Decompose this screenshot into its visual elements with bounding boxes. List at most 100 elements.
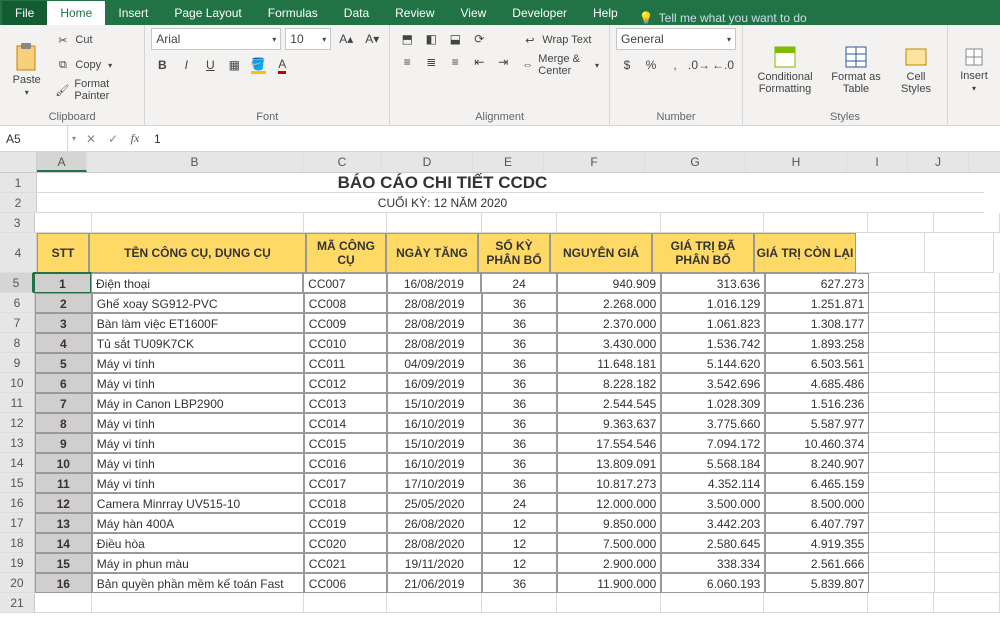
cell-daphan[interactable]: 1.536.742 [661, 333, 765, 353]
cell-nguyen[interactable]: 2.268.000 [557, 293, 661, 313]
cell[interactable] [661, 593, 765, 613]
cell-daphan[interactable]: 338.334 [661, 553, 765, 573]
cell-ngay[interactable]: 28/08/2019 [387, 333, 482, 353]
cell-ten[interactable]: Máy vi tính [92, 433, 304, 453]
align-middle-button[interactable]: ◧ [420, 28, 442, 50]
cell-ma[interactable]: CC020 [304, 533, 387, 553]
formula-input[interactable]: 1 [146, 132, 1000, 146]
row-header-15[interactable]: 15 [0, 473, 35, 493]
cell-styles-button[interactable]: Cell Styles [891, 28, 941, 111]
row-header-10[interactable]: 10 [0, 373, 35, 393]
cell-ma[interactable]: CC011 [304, 353, 387, 373]
merge-center-button[interactable]: ⇔Merge & Center▾ [518, 53, 603, 77]
cell-nguyen[interactable]: 940.909 [557, 273, 661, 293]
font-color-button[interactable]: A [271, 54, 293, 76]
cell[interactable] [935, 273, 1000, 293]
cell-ten[interactable]: Camera Minrray UV515-10 [92, 493, 304, 513]
increase-indent-button[interactable]: ⇥ [492, 51, 514, 73]
cell[interactable] [869, 433, 934, 453]
cell-stt[interactable]: 6 [35, 373, 92, 393]
report-subtitle[interactable]: CUỐI KỲ: 12 NĂM 2020 [37, 193, 848, 213]
cell-ngay[interactable]: 21/06/2019 [387, 573, 482, 593]
cell-ten[interactable]: Máy vi tính [92, 353, 304, 373]
cell-soky[interactable]: 36 [482, 453, 558, 473]
cell-ma[interactable]: CC018 [304, 493, 387, 513]
cell-nguyen[interactable]: 13.809.091 [557, 453, 661, 473]
cell[interactable] [935, 313, 1000, 333]
cell[interactable] [856, 233, 925, 273]
cell[interactable] [35, 213, 91, 233]
cell[interactable] [869, 353, 934, 373]
cell[interactable] [387, 593, 481, 613]
name-box[interactable]: A5 [0, 126, 68, 151]
cell-daphan[interactable]: 1.028.309 [661, 393, 765, 413]
cell-ngay[interactable]: 26/08/2020 [387, 513, 482, 533]
cell-nguyen[interactable]: 7.500.000 [557, 533, 661, 553]
cell-ngay[interactable]: 04/09/2019 [387, 353, 482, 373]
cell[interactable] [764, 593, 868, 613]
cell[interactable] [869, 573, 934, 593]
cell-stt[interactable]: 7 [35, 393, 92, 413]
cell-conlai[interactable]: 6.407.797 [765, 513, 869, 533]
cell[interactable] [387, 213, 481, 233]
cell-stt[interactable]: 1 [34, 273, 91, 293]
cell-daphan[interactable]: 5.568.184 [661, 453, 765, 473]
cell-conlai[interactable]: 10.460.374 [765, 433, 869, 453]
cell-stt[interactable]: 5 [35, 353, 92, 373]
tell-me-search[interactable]: 💡 Tell me what you want to do [639, 11, 807, 25]
cell-ten[interactable]: Bản quyền phần mềm kế toán Fast [92, 573, 304, 593]
cell[interactable] [934, 213, 1000, 233]
cell-stt[interactable]: 12 [35, 493, 92, 513]
cell-ten[interactable]: Điều hòa [92, 533, 304, 553]
cell-stt[interactable]: 14 [35, 533, 92, 553]
cell-stt[interactable]: 3 [35, 313, 92, 333]
row-header-19[interactable]: 19 [0, 553, 35, 573]
row-header-9[interactable]: 9 [0, 353, 35, 373]
underline-button[interactable]: U [199, 54, 221, 76]
cell-daphan[interactable]: 6.060.193 [661, 573, 765, 593]
cell-soky[interactable]: 36 [482, 333, 558, 353]
cell[interactable] [848, 173, 916, 193]
header-ngay[interactable]: NGÀY TĂNG [386, 233, 478, 273]
cell[interactable] [304, 593, 387, 613]
cell[interactable] [935, 293, 1000, 313]
cell-ngay[interactable]: 17/10/2019 [387, 473, 482, 493]
cell-stt[interactable]: 16 [35, 573, 92, 593]
cell-conlai[interactable]: 6.465.159 [765, 473, 869, 493]
cell-nguyen[interactable]: 2.370.000 [557, 313, 661, 333]
cell[interactable] [35, 593, 91, 613]
align-bottom-button[interactable]: ⬓ [444, 28, 466, 50]
align-left-button[interactable]: ≡ [396, 51, 418, 73]
cell[interactable] [935, 393, 1000, 413]
cell-ma[interactable]: CC010 [304, 333, 387, 353]
cell[interactable] [925, 233, 994, 273]
accounting-format-button[interactable]: $ [616, 54, 638, 76]
cell[interactable] [935, 473, 1000, 493]
cell-stt[interactable]: 11 [35, 473, 92, 493]
cell-soky[interactable]: 36 [482, 393, 558, 413]
cell[interactable] [869, 513, 934, 533]
cell[interactable] [869, 273, 934, 293]
cell-stt[interactable]: 13 [35, 513, 92, 533]
cell-ten[interactable]: Máy hàn 400A [92, 513, 304, 533]
cell[interactable] [764, 213, 868, 233]
cell[interactable] [869, 333, 934, 353]
cell-ngay[interactable]: 15/10/2019 [387, 433, 482, 453]
cell[interactable] [869, 553, 934, 573]
number-format-select[interactable]: General▾ [616, 28, 736, 50]
cell-nguyen[interactable]: 9.363.637 [557, 413, 661, 433]
cell-soky[interactable]: 36 [482, 413, 558, 433]
cell-soky[interactable]: 36 [482, 353, 558, 373]
cell-ma[interactable]: CC013 [304, 393, 387, 413]
report-title[interactable]: BÁO CÁO CHI TIẾT CCDC [37, 173, 848, 193]
tab-view[interactable]: View [448, 1, 500, 25]
cell-daphan[interactable]: 4.352.114 [661, 473, 765, 493]
cell[interactable] [869, 453, 934, 473]
cell[interactable] [935, 493, 1000, 513]
cell[interactable] [935, 533, 1000, 553]
insert-cells-button[interactable]: Insert ▾ [954, 28, 994, 111]
cell-conlai[interactable]: 627.273 [765, 273, 869, 293]
bold-button[interactable]: B [151, 54, 173, 76]
cell-daphan[interactable]: 3.542.696 [661, 373, 765, 393]
cell-conlai[interactable]: 6.503.561 [765, 353, 869, 373]
